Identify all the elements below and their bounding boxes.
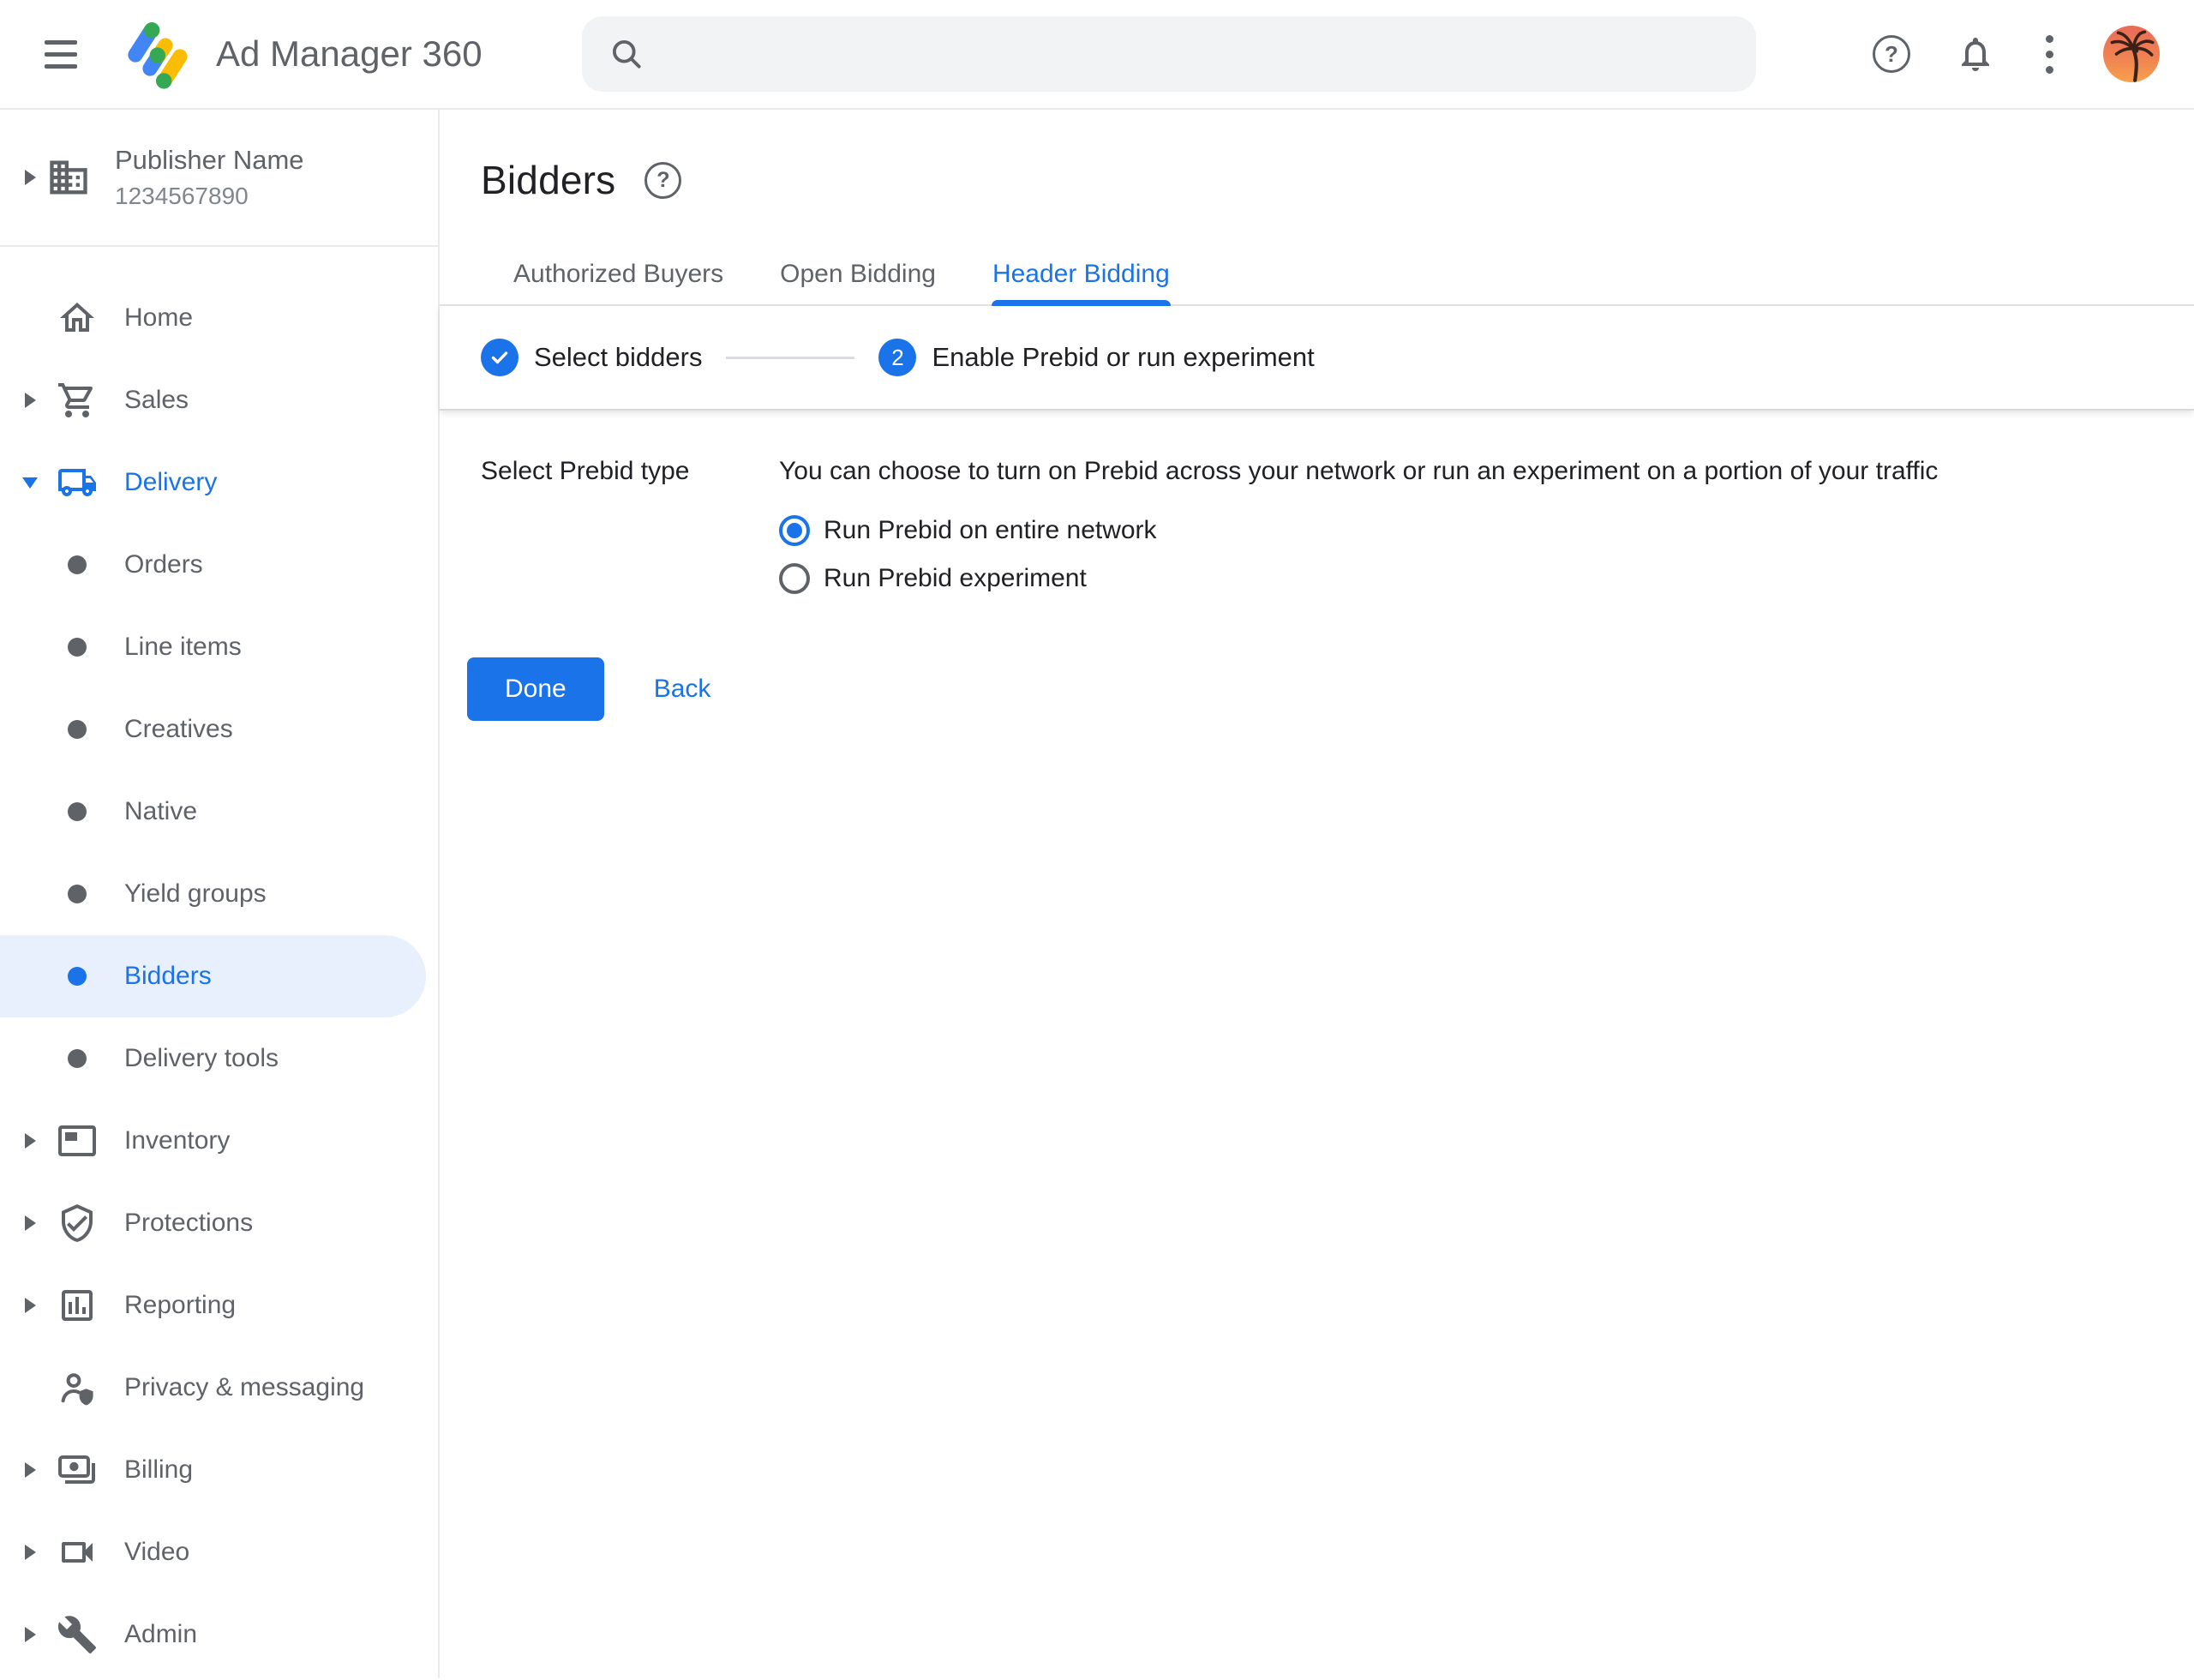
page-title: Bidders	[481, 157, 615, 203]
sidebar-item-yield-groups[interactable]: Yield groups	[0, 853, 438, 935]
ad-manager-logo-icon[interactable]	[122, 15, 192, 93]
top-bar: Ad Manager 360 ?	[0, 0, 2194, 110]
banknote-icon	[53, 1449, 101, 1491]
sidebar-item-native[interactable]: Native	[0, 771, 438, 853]
publisher-id: 1234567890	[115, 183, 304, 210]
notifications-bell-icon[interactable]	[1955, 33, 1996, 75]
sidebar-item-line-items[interactable]: Line items	[0, 606, 438, 688]
ad-manager-app: Ad Manager 360 ?	[0, 0, 2194, 1680]
publisher-account-selector[interactable]: Publisher Name 1234567890	[0, 110, 438, 247]
sidebar-item-delivery-tools[interactable]: Delivery tools	[0, 1017, 438, 1100]
shield-check-icon	[53, 1203, 101, 1244]
sidebar-item-admin[interactable]: Admin	[0, 1593, 438, 1676]
bar-chart-icon	[53, 1285, 101, 1326]
radio-run-prebid-experiment[interactable]: Run Prebid experiment	[779, 555, 1938, 603]
bullet-icon	[68, 555, 87, 574]
sidebar-item-inventory[interactable]: Inventory	[0, 1100, 438, 1182]
publisher-name: Publisher Name	[115, 145, 304, 176]
sidebar-item-bidders[interactable]: Bidders	[0, 935, 426, 1017]
hamburger-menu-icon[interactable]	[45, 40, 77, 69]
section-label: Select Prebid type	[481, 453, 779, 603]
expand-arrow-icon[interactable]	[25, 393, 36, 408]
sidebar-item-video[interactable]: Video	[0, 1511, 438, 1593]
step-2-number: 2	[878, 339, 916, 376]
expand-arrow-icon[interactable]	[25, 1462, 36, 1478]
radio-run-prebid-entire-network[interactable]: Run Prebid on entire network	[779, 507, 1938, 555]
expand-arrow-icon[interactable]	[25, 1298, 36, 1313]
sidebar-item-orders[interactable]: Orders	[0, 524, 438, 606]
sidebar-item-billing[interactable]: Billing	[0, 1429, 438, 1511]
sidebar-nav: Home Sales	[0, 247, 438, 1676]
sidebar-item-protections[interactable]: Protections	[0, 1182, 438, 1264]
sidebar-item-privacy-messaging[interactable]: Privacy & messaging	[0, 1347, 438, 1429]
tab-open-bidding[interactable]: Open Bidding	[752, 244, 964, 304]
sidebar-item-delivery[interactable]: Delivery	[0, 441, 438, 524]
expand-arrow-icon[interactable]	[25, 1133, 36, 1149]
step-1-label[interactable]: Select bidders	[534, 342, 702, 373]
expand-arrow-icon[interactable]	[25, 1215, 36, 1231]
bullet-icon	[68, 802, 87, 821]
account-avatar[interactable]	[2103, 26, 2160, 82]
search-input[interactable]	[582, 16, 1756, 92]
sidebar-item-reporting[interactable]: Reporting	[0, 1264, 438, 1347]
step-1-completed-icon	[481, 339, 519, 376]
expand-arrow-icon[interactable]	[25, 1627, 36, 1642]
app-name: Ad Manager 360	[216, 33, 483, 75]
person-shield-icon	[53, 1367, 101, 1408]
shopping-cart-icon	[53, 380, 101, 421]
done-button[interactable]: Done	[467, 657, 604, 721]
sidebar-item-home[interactable]: Home	[0, 277, 438, 359]
delivery-truck-icon	[53, 462, 101, 503]
tab-header-bidding[interactable]: Header Bidding	[964, 244, 1198, 304]
radio-unselected-icon[interactable]	[779, 563, 810, 594]
sidebar-item-sales[interactable]: Sales	[0, 359, 438, 441]
tab-authorized-buyers[interactable]: Authorized Buyers	[485, 244, 752, 304]
section-description: You can choose to turn on Prebid across …	[779, 453, 1938, 486]
wrench-icon	[53, 1614, 101, 1655]
stepper: Select bidders 2 Enable Prebid or run ex…	[440, 306, 2194, 411]
bullet-icon	[68, 720, 87, 739]
bullet-icon	[68, 885, 87, 903]
sidebar-item-creatives[interactable]: Creatives	[0, 688, 438, 771]
more-options-icon[interactable]	[2041, 30, 2059, 79]
step-connector	[726, 357, 854, 359]
inventory-icon	[53, 1120, 101, 1161]
step-2-label[interactable]: Enable Prebid or run experiment	[932, 342, 1314, 373]
main-content: Bidders ? Authorized Buyers Open Bidding…	[440, 110, 2194, 1678]
prebid-type-section: Select Prebid type You can choose to tur…	[440, 411, 2194, 603]
back-button[interactable]: Back	[649, 674, 716, 705]
bullet-icon	[68, 1049, 87, 1068]
search-icon	[608, 35, 645, 73]
collapse-arrow-icon[interactable]	[22, 477, 38, 489]
page-help-icon[interactable]: ?	[644, 162, 681, 199]
radio-selected-icon[interactable]	[779, 515, 810, 546]
video-camera-icon	[53, 1532, 101, 1573]
help-icon[interactable]: ?	[1873, 35, 1910, 73]
expand-arrow-icon[interactable]	[25, 1545, 36, 1560]
expand-arrow-icon[interactable]	[25, 170, 36, 185]
building-icon	[45, 155, 93, 200]
sidebar: Publisher Name 1234567890 Home	[0, 110, 440, 1678]
tab-bar: Authorized Buyers Open Bidding Header Bi…	[440, 244, 2194, 306]
bullet-icon	[68, 967, 87, 986]
home-icon	[53, 297, 101, 339]
bullet-icon	[68, 638, 87, 657]
